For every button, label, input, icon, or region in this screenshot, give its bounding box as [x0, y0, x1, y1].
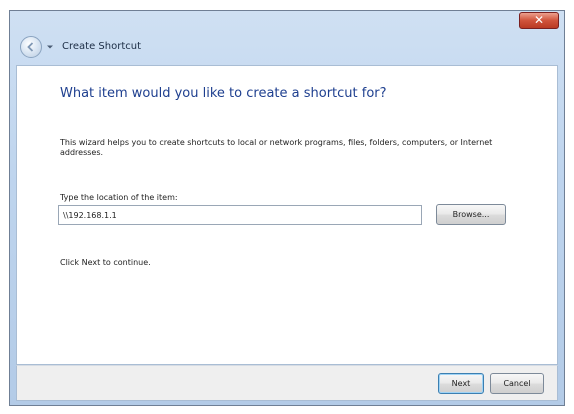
close-icon: ✕	[533, 13, 545, 27]
page-heading: What item would you like to create a sho…	[60, 86, 387, 101]
wizard-content: What item would you like to create a sho…	[16, 65, 558, 365]
title-bar[interactable]: ✕	[10, 11, 564, 31]
back-button[interactable]	[20, 36, 42, 58]
continue-instruction: Click Next to continue.	[60, 258, 151, 267]
nav-bar: Create Shortcut	[10, 31, 564, 65]
close-button[interactable]: ✕	[519, 12, 559, 29]
next-button[interactable]: Next	[438, 373, 484, 394]
cancel-button[interactable]: Cancel	[490, 373, 544, 394]
wizard-description: This wizard helps you to create shortcut…	[60, 138, 493, 157]
location-input[interactable]	[58, 205, 422, 225]
wizard-title: Create Shortcut	[62, 41, 141, 52]
create-shortcut-window: ✕ Create Shortcut What item would you li…	[9, 10, 565, 406]
back-arrow-icon	[27, 42, 34, 52]
button-bar: Next Cancel	[16, 365, 558, 401]
location-label: Type the location of the item:	[60, 193, 178, 202]
browse-button[interactable]: Browse...	[436, 204, 506, 225]
chevron-down-icon[interactable]	[46, 43, 54, 51]
